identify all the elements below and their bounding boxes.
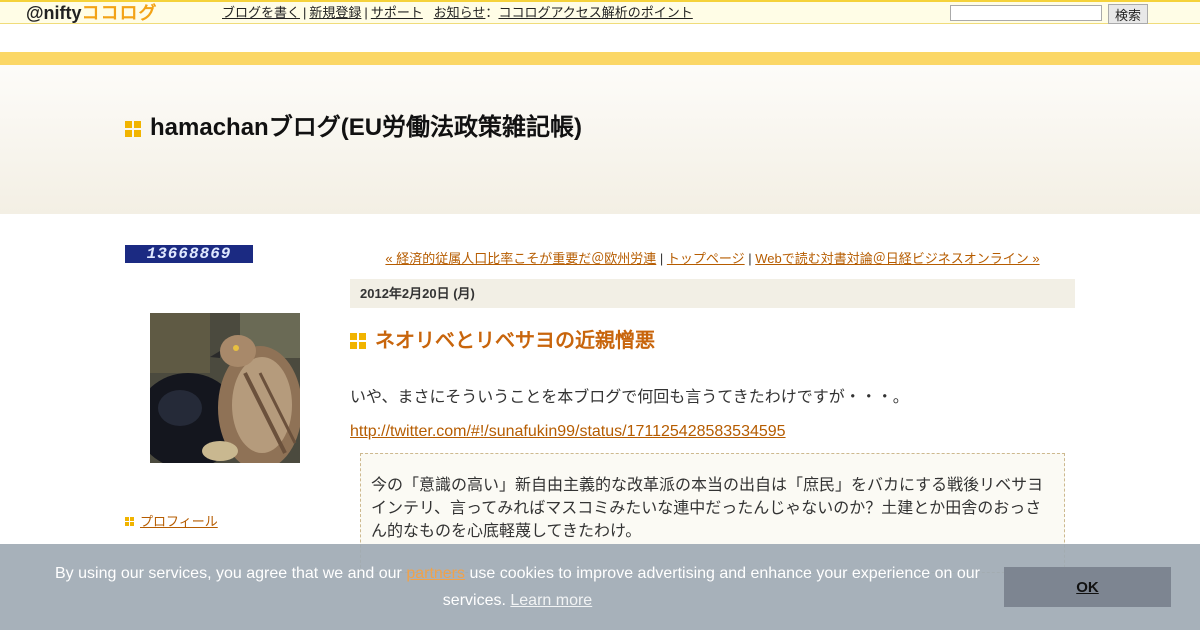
header-stripe — [0, 52, 1200, 65]
nav-separator: | — [656, 251, 667, 266]
notice-link[interactable]: お知らせ — [434, 5, 486, 20]
nav-divider: | — [303, 5, 307, 20]
cookie-message: By using our services, you agree that we… — [30, 560, 1005, 614]
notice-colon: ： — [485, 5, 499, 20]
nifty-cocolog-logo[interactable]: @niftyココログ — [26, 3, 158, 23]
entry-body-text: いや、まさにそういうことを本ブログで何回も言うてきたわけですが・・・。 — [350, 389, 909, 406]
logo-cocolog-text: ココログ — [81, 3, 158, 23]
nav-separator: | — [744, 251, 756, 266]
post-navigation: « 経済的従属人口比率こそが重要だ＠欧州労連 | トップページ | Webで読む… — [350, 250, 1075, 268]
quote-text: 今の「意識の高い」新自由主義的な改革派の本当の出自は「庶民」をバカにする戦後リベ… — [371, 477, 1044, 540]
hawk-photo — [150, 313, 300, 463]
cookie-text-before: By using our services, you agree that we… — [55, 565, 407, 582]
search-input[interactable] — [950, 5, 1102, 21]
tweet-link[interactable]: http://twitter.com/#!/sunafukin99/status… — [350, 421, 786, 443]
cookie-ok-button[interactable]: OK — [1004, 567, 1171, 607]
search-button[interactable]: 検索 — [1108, 4, 1148, 24]
access-counter: 13668869 — [125, 245, 253, 263]
write-blog-link[interactable]: ブログを書く — [222, 5, 300, 20]
nav-divider: | — [364, 5, 368, 20]
partners-link[interactable]: partners — [406, 565, 465, 582]
entry-date: 2012年2月20日 (月) — [350, 279, 1075, 308]
prev-post-link[interactable]: « 経済的従属人口比率こそが重要だ＠欧州労連 — [385, 251, 656, 266]
profile-avatar[interactable] — [150, 313, 300, 463]
logo-nifty-text: @nifty — [26, 3, 82, 23]
top-nav: ブログを書く | 新規登録 | サポート お知らせ：ココログアクセス解析のポイント — [222, 4, 693, 22]
profile-link[interactable]: プロフィール — [140, 514, 218, 530]
four-squares-icon — [125, 121, 141, 137]
support-link[interactable]: サポート — [371, 5, 423, 20]
top-page-link[interactable]: トップページ — [667, 251, 745, 266]
four-squares-icon — [350, 333, 366, 349]
nifty-top-bar: @niftyココログ ブログを書く | 新規登録 | サポート お知らせ：ココログアクセ… — [0, 0, 1200, 24]
access-analysis-link[interactable]: ココログアクセス解析のポイント — [498, 5, 692, 20]
learn-more-link[interactable]: Learn more — [510, 592, 592, 609]
four-squares-icon — [125, 517, 135, 527]
next-post-link[interactable]: Webで読む対書対論＠日経ビジネスオンライン » — [755, 251, 1039, 266]
cookie-consent-bar: By using our services, you agree that we… — [0, 544, 1200, 630]
blog-title[interactable]: hamachanブログ(EU労働法政策雑記帳) — [150, 113, 582, 143]
entry-title[interactable]: ネオリベとリベサヨの近親憎悪 — [375, 327, 655, 355]
register-link[interactable]: 新規登録 — [309, 5, 361, 20]
